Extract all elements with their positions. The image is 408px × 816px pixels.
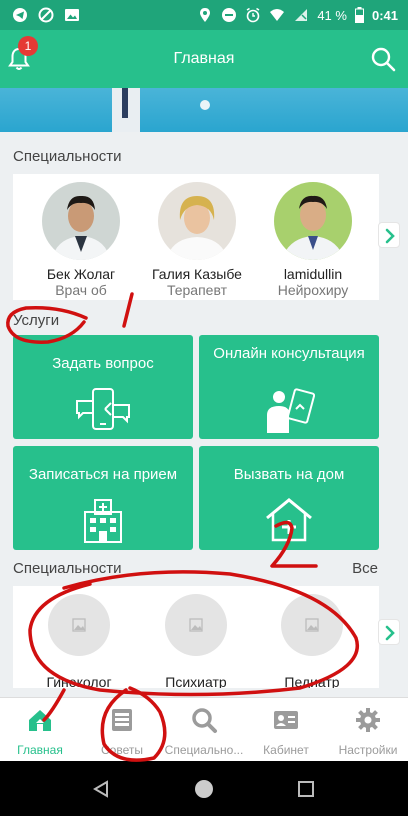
specialty-label: Педиатр xyxy=(284,674,340,688)
ask-question-tile[interactable]: Задать вопрос xyxy=(13,335,193,439)
specialty-item[interactable]: Педиатр xyxy=(260,594,364,688)
doctor-card[interactable]: lamidullin Нейрохиру xyxy=(258,182,368,298)
doctor-photo xyxy=(158,182,236,260)
image-icon xyxy=(65,9,79,21)
blocked-icon xyxy=(38,7,54,23)
doctor-role: Нейрохиру xyxy=(277,282,349,298)
nav-label: Настройки xyxy=(338,743,398,757)
doctor-card[interactable]: Бек Жолаг Врач об xyxy=(26,182,136,298)
home-medical-icon xyxy=(266,498,312,542)
nav-cabinet[interactable]: Кабинет xyxy=(246,706,326,757)
nav-settings[interactable]: Настройки xyxy=(328,706,408,757)
battery-icon xyxy=(354,7,364,23)
clock: 0:41 xyxy=(371,7,398,23)
specialties-title: Специальности xyxy=(13,560,122,577)
service-label: Вызвать на дом xyxy=(233,466,345,483)
cell-signal-icon xyxy=(295,9,308,21)
doctor-photo xyxy=(42,182,120,260)
service-label: Онлайн консультация xyxy=(213,345,365,362)
image-placeholder-icon xyxy=(305,618,319,632)
banner-pagination-dot xyxy=(200,100,210,110)
doctor-tablet-icon xyxy=(267,388,315,433)
doctor-avatar-icon xyxy=(274,182,352,260)
specialty-label: Психиатр xyxy=(165,674,227,688)
nav-specialties[interactable]: Специально... xyxy=(164,706,244,757)
hospital-icon xyxy=(84,499,122,543)
image-placeholder-icon xyxy=(189,618,203,632)
recents-icon[interactable] xyxy=(298,781,314,797)
search-icon xyxy=(192,708,217,733)
service-label: Задать вопрос xyxy=(52,355,154,372)
specialties-carousel[interactable]: Гинеколог Психиатр Педиатр xyxy=(13,586,379,688)
nav-label: Главная xyxy=(17,743,63,757)
online-consultation-tile[interactable]: Онлайн консультация xyxy=(199,335,379,439)
image-placeholder-icon xyxy=(72,618,86,632)
nav-label: Советы xyxy=(101,743,143,757)
profile-card-icon xyxy=(274,711,298,729)
doctor-name: Галия Казыбе xyxy=(152,266,242,282)
nav-label: Кабинет xyxy=(263,743,309,757)
nav-home[interactable]: Главная xyxy=(0,706,80,757)
home-button-icon[interactable] xyxy=(194,779,214,799)
chevron-right-icon xyxy=(385,625,395,641)
specialty-image xyxy=(165,594,227,656)
specialists-next-button[interactable] xyxy=(378,222,400,248)
doctor-avatar-icon xyxy=(158,182,236,260)
gear-icon xyxy=(356,708,380,732)
dnd-icon xyxy=(222,8,237,22)
location-icon xyxy=(200,8,211,22)
search-icon[interactable] xyxy=(370,46,396,72)
nav-label: Специально... xyxy=(164,743,244,757)
services-title: Услуги xyxy=(13,312,60,329)
doctor-role: Терапевт xyxy=(166,282,228,298)
tips-icon xyxy=(112,709,132,731)
specialists-title: Специальности xyxy=(13,148,122,165)
status-bar: 41 % 0:41 xyxy=(0,0,408,30)
doctor-card[interactable]: Галия Казыбе Терапевт xyxy=(142,182,252,298)
wifi-icon xyxy=(270,9,285,21)
specialty-label: Гинеколог xyxy=(46,674,112,688)
page-title: Главная xyxy=(173,50,235,67)
service-label: Записаться на прием xyxy=(28,466,178,483)
doctor-name: lamidullin xyxy=(283,266,343,282)
specialty-image xyxy=(48,594,110,656)
telegram-icon xyxy=(13,8,27,22)
specialty-item[interactable]: Психиатр xyxy=(144,594,248,688)
doctor-photo xyxy=(274,182,352,260)
phone-chat-icon xyxy=(76,388,130,430)
book-appointment-tile[interactable]: Записаться на прием xyxy=(13,446,193,550)
specialists-carousel[interactable]: Бек Жолаг Врач об Галия Казыбе Терапевт … xyxy=(13,174,379,300)
battery-percent: 41 % xyxy=(317,7,347,23)
app-header: 1 Главная xyxy=(0,30,408,88)
house-call-tile[interactable]: Вызвать на дом xyxy=(199,446,379,550)
banner-doctor-tie xyxy=(122,88,128,118)
specialties-all-link[interactable]: Все xyxy=(352,560,378,577)
promo-banner[interactable] xyxy=(0,88,408,132)
nav-tips[interactable]: Советы xyxy=(82,706,162,757)
doctor-role: Врач об xyxy=(55,282,107,298)
alarm-icon xyxy=(246,7,260,23)
specialty-image xyxy=(281,594,343,656)
specialty-item[interactable]: Гинеколог xyxy=(27,594,131,688)
specialties-next-button[interactable] xyxy=(378,619,400,645)
android-navigation-bar xyxy=(0,761,408,816)
back-icon[interactable] xyxy=(92,780,110,798)
home-icon xyxy=(29,710,51,731)
doctor-avatar-icon xyxy=(42,182,120,260)
chevron-right-icon xyxy=(385,228,395,244)
bottom-navigation: Главная Советы Специально... Кабинет Нас… xyxy=(0,697,408,761)
doctor-name: Бек Жолаг xyxy=(46,266,116,282)
